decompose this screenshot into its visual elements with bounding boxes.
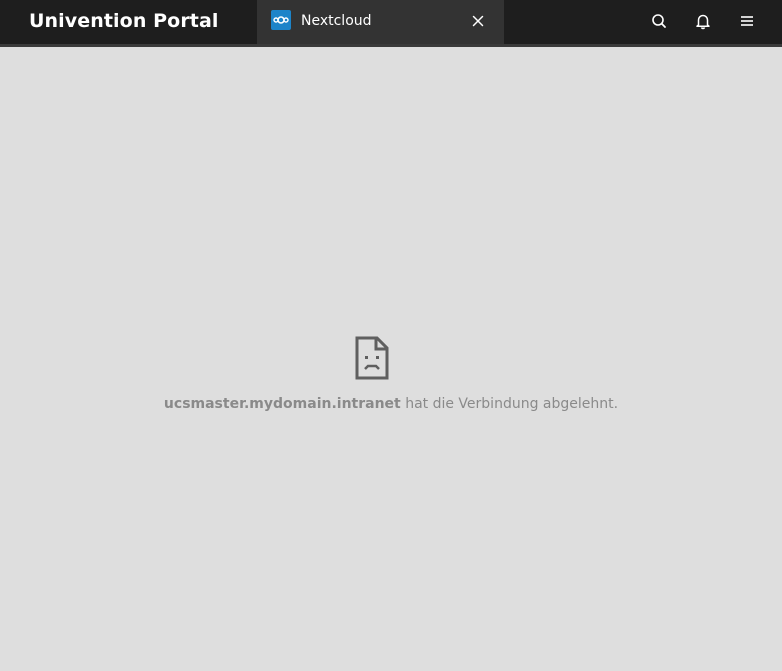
portal-title[interactable]: Univention Portal <box>29 0 219 42</box>
error-host: ucsmaster.mydomain.intranet <box>163 396 401 412</box>
error-text: hat die Verbindung abgelehnt. <box>400 396 619 412</box>
top-bar: Univention Portal Nextcloud <box>0 0 782 47</box>
tab-nextcloud[interactable]: Nextcloud <box>257 0 504 44</box>
bell-icon[interactable] <box>693 11 713 31</box>
hamburger-menu-icon[interactable] <box>737 11 757 31</box>
error-message: ucsmaster.mydomain.intranet hat die Verb… <box>0 393 782 415</box>
iframe-content <box>0 47 782 671</box>
search-icon[interactable] <box>649 11 669 31</box>
nextcloud-icon <box>271 10 291 30</box>
close-icon[interactable] <box>469 12 487 30</box>
tab-label: Nextcloud <box>301 13 372 29</box>
broken-page-icon <box>354 336 390 380</box>
